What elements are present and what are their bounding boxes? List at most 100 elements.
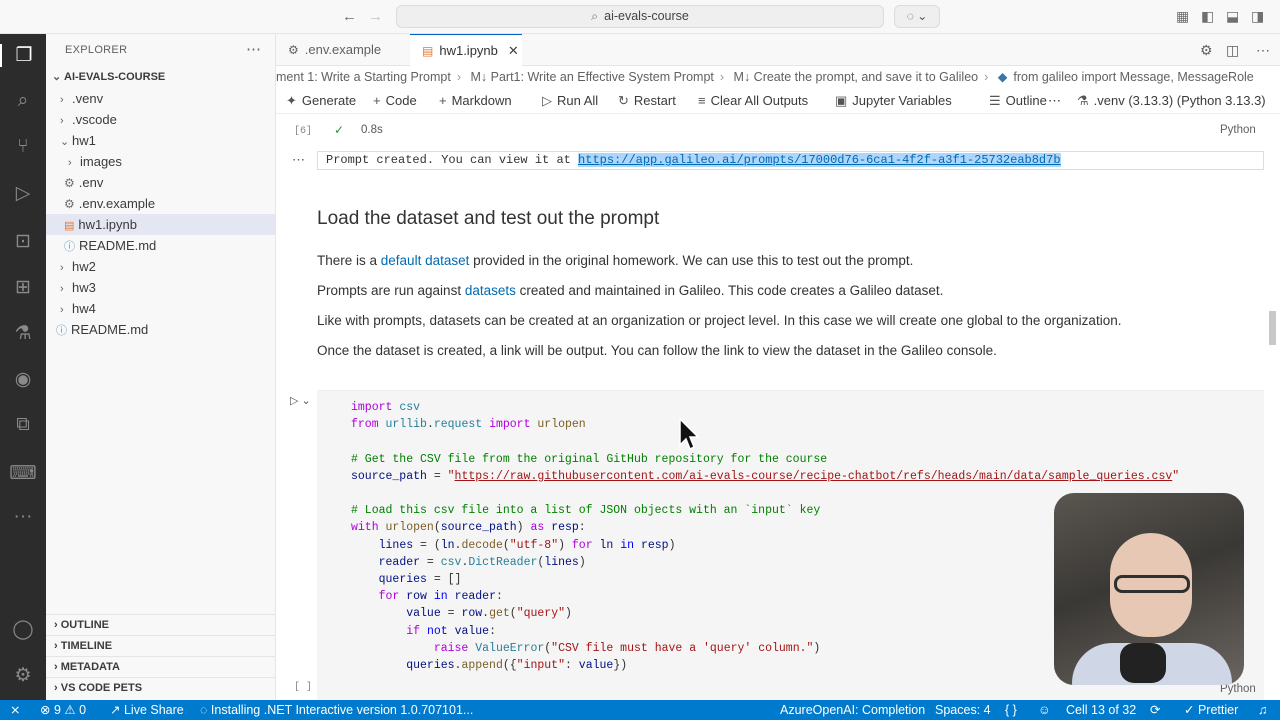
- datasets-link[interactable]: datasets: [465, 283, 516, 298]
- extensions-icon[interactable]: ⊞: [0, 276, 46, 299]
- more-actions-icon[interactable]: ⋯: [1256, 42, 1270, 59]
- add-code-button[interactable]: + Code: [373, 88, 417, 114]
- tree-item-images[interactable]: › images: [46, 151, 275, 172]
- editor-tabs: ⚙ .env.example ▤ hw1.ipynb ✕ ⚙ ◫ ⋯: [276, 34, 1280, 66]
- azure-openai-status[interactable]: AzureOpenAI: Completion: [780, 700, 925, 720]
- back-arrow-icon[interactable]: ←: [342, 8, 357, 25]
- python-icon: ◆: [997, 70, 1008, 84]
- toggle-secondary-sidebar-icon[interactable]: ◨: [1251, 8, 1264, 25]
- run-debug-icon[interactable]: ▷: [0, 182, 46, 205]
- variables-icon: ▣: [835, 93, 848, 108]
- tree-item-readme-hw1[interactable]: ⓘ README.md: [46, 235, 275, 256]
- tree-item-hw1[interactable]: ⌄ hw1: [46, 130, 275, 151]
- toggle-sidebar-icon[interactable]: ◧: [1201, 8, 1214, 25]
- outline-button[interactable]: ☰ Outline: [989, 88, 1047, 114]
- copilot-button[interactable]: ◌ ⌄: [894, 5, 940, 28]
- explorer-title: EXPLORER: [65, 44, 128, 56]
- tree-item-env-example[interactable]: ⚙ .env.example: [46, 193, 275, 214]
- more-icon[interactable]: ···: [0, 506, 46, 528]
- settings-gear-icon[interactable]: ⚙: [0, 664, 46, 687]
- problems-indicator[interactable]: ⊗ 9 ⚠ 0: [40, 700, 86, 720]
- language-braces[interactable]: { }: [1005, 700, 1017, 720]
- workspace-root[interactable]: ⌄ AI-EVALS-COURSE: [46, 67, 275, 88]
- tree-item-venv[interactable]: › .venv: [46, 88, 275, 109]
- tree-item-readme-root[interactable]: ⓘ README.md: [46, 319, 275, 340]
- section-metadata[interactable]: › METADATA: [46, 656, 275, 677]
- chevron-right-icon: ›: [60, 115, 64, 127]
- tree-item-hw3[interactable]: › hw3: [46, 277, 275, 298]
- markdown-paragraph: Once the dataset is created, a link will…: [317, 343, 997, 358]
- default-dataset-link[interactable]: default dataset: [381, 253, 470, 268]
- sparkle-icon: ✦: [286, 93, 297, 108]
- run-all-button[interactable]: ▷ Run All: [542, 88, 598, 114]
- layout-icon[interactable]: ▦: [1176, 8, 1189, 25]
- split-editor-icon[interactable]: ◫: [1226, 42, 1239, 59]
- add-markdown-button[interactable]: + Markdown: [439, 88, 512, 114]
- spinner-icon: ◌: [200, 703, 208, 717]
- markdown-paragraph: Prompts are run against datasets created…: [317, 283, 944, 298]
- tab-hw1-ipynb[interactable]: ▤ hw1.ipynb ✕: [410, 34, 522, 66]
- remote-icon[interactable]: ⨯: [10, 700, 20, 720]
- source-control-icon[interactable]: ⑂: [0, 136, 46, 158]
- command-center-search[interactable]: ⌕ ai-evals-course: [396, 5, 884, 28]
- tree-item-hw4[interactable]: › hw4: [46, 298, 275, 319]
- toggle-panel-icon[interactable]: ⬓: [1226, 8, 1239, 25]
- settings-icon[interactable]: ⚙: [1200, 42, 1213, 59]
- github-icon[interactable]: ◉: [0, 368, 46, 391]
- installing-status: ◌ Installing .NET Interactive version 1.…: [200, 703, 474, 717]
- tree-item-hw1-ipynb[interactable]: ▤ hw1.ipynb: [46, 214, 275, 235]
- live-share-button[interactable]: ↗ Live Share: [110, 700, 184, 720]
- generate-button[interactable]: ✦ Generate: [286, 88, 356, 114]
- cell-output: Prompt created. You can view it at https…: [317, 151, 1264, 170]
- breadcrumb-item[interactable]: ment 1: Write a Starting Prompt: [276, 70, 451, 84]
- close-icon[interactable]: ✕: [508, 43, 519, 58]
- gear-icon: ⚙: [64, 176, 75, 190]
- tree-item-hw2[interactable]: › hw2: [46, 256, 275, 277]
- chevron-right-icon: ›: [68, 157, 72, 169]
- testing-icon[interactable]: ⚗: [0, 322, 46, 345]
- cell-language[interactable]: Python: [1220, 124, 1256, 136]
- account-icon[interactable]: ◯: [0, 618, 46, 641]
- cell-position[interactable]: Cell 13 of 32: [1066, 700, 1136, 720]
- explorer-icon[interactable]: ❐: [0, 44, 46, 67]
- run-cell-icon[interactable]: ▷ ⌄: [290, 394, 311, 407]
- scrollbar-thumb[interactable]: [1269, 311, 1276, 345]
- code-url-link[interactable]: https://raw.githubusercontent.com/ai-eva…: [455, 470, 1173, 483]
- prettier-status[interactable]: ✓ Prettier: [1184, 700, 1238, 720]
- containers-icon[interactable]: ⧉: [0, 414, 46, 436]
- remote-explorer-icon[interactable]: ⊡: [0, 230, 46, 253]
- tree-item-env[interactable]: ⚙ .env: [46, 172, 275, 193]
- plus-icon: +: [373, 93, 381, 108]
- kernel-icon: ⚗: [1077, 93, 1089, 108]
- chevron-down-icon: ⌄: [52, 71, 62, 83]
- bell-icon[interactable]: ♫: [1258, 700, 1267, 720]
- section-outline[interactable]: › OUTLINE: [46, 614, 275, 635]
- restart-button[interactable]: ↻ Restart: [618, 88, 676, 114]
- clear-outputs-button[interactable]: ≡ Clear All Outputs: [698, 88, 808, 114]
- tab-env-example[interactable]: ⚙ .env.example: [276, 34, 408, 66]
- tree-item-vscode[interactable]: › .vscode: [46, 109, 275, 130]
- breadcrumb-item[interactable]: M↓ Create the prompt, and save it to Gal…: [734, 70, 979, 84]
- outline-icon: ☰: [989, 93, 1001, 108]
- breadcrumb: ment 1: Write a Starting Prompt › M↓ Part…: [276, 70, 1254, 84]
- indentation-status[interactable]: Spaces: 4: [935, 700, 991, 720]
- live-share-icon: ↗: [110, 703, 121, 717]
- copilot-status-icon[interactable]: ☺: [1038, 700, 1051, 720]
- forward-arrow-icon[interactable]: →: [368, 8, 383, 25]
- section-vscode-pets[interactable]: › VS CODE PETS: [46, 677, 275, 698]
- breadcrumb-item[interactable]: M↓ Part1: Write an Effective System Prom…: [471, 70, 714, 84]
- output-actions-icon[interactable]: ⋯: [292, 152, 305, 168]
- clear-icon: ≡: [698, 93, 706, 108]
- output-link[interactable]: https://app.galileo.ai/prompts/17000d76-…: [578, 153, 1061, 167]
- search-icon: ⌕: [591, 9, 599, 23]
- jupyter-variables-button[interactable]: ▣ Jupyter Variables: [835, 88, 952, 114]
- more-actions-icon[interactable]: ⋯: [1048, 88, 1061, 114]
- notifications-icon[interactable]: ⟳: [1150, 700, 1160, 720]
- breadcrumb-item[interactable]: from galileo import Message, MessageRole: [1013, 70, 1253, 84]
- search-view-icon[interactable]: ⌕: [0, 90, 46, 112]
- kernel-picker[interactable]: ⚗ .venv (3.13.3) (Python 3.13.3): [1077, 88, 1266, 114]
- more-actions-icon[interactable]: ⋯: [246, 40, 261, 58]
- terminal-icon[interactable]: ⌨: [0, 462, 46, 485]
- info-icon: ⓘ: [64, 241, 75, 253]
- section-timeline[interactable]: › TIMELINE: [46, 635, 275, 656]
